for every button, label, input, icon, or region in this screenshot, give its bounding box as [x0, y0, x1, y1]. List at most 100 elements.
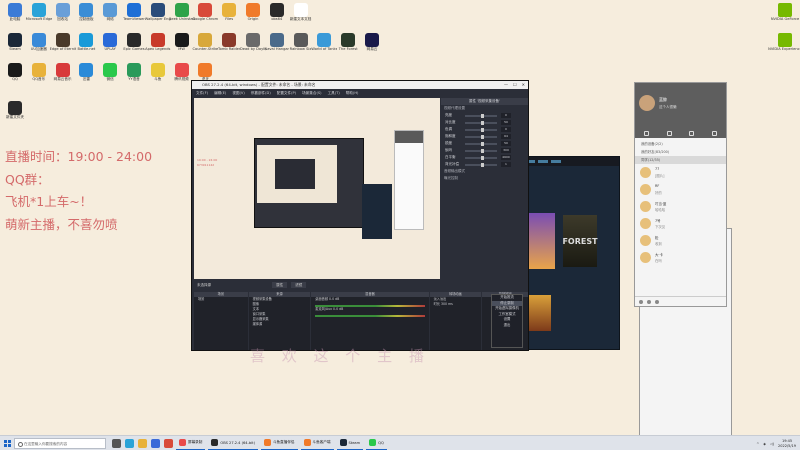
maximize-button[interactable]: ☐: [513, 81, 517, 89]
desktop-icon[interactable]: Edge of Eternity: [50, 31, 76, 61]
taskbar-search-input[interactable]: 在这里输入你要搜索的内容: [14, 437, 106, 449]
taskbar-app[interactable]: QQ: [366, 437, 387, 450]
steam-window[interactable]: FOREST: [520, 156, 620, 350]
property-value[interactable]: 0: [501, 113, 511, 118]
property-slider[interactable]: [465, 120, 497, 125]
desktop-icon[interactable]: QQ音乐: [26, 61, 52, 91]
property-value[interactable]: 50: [501, 120, 511, 125]
desktop-icon[interactable]: 新建文本文档: [288, 1, 314, 31]
volume-meter[interactable]: [315, 315, 425, 317]
desktop-icon[interactable]: Dead by Daylight: [240, 31, 266, 61]
desktop-icon[interactable]: UPLAY: [97, 31, 123, 61]
desktop-icon[interactable]: 此电脑: [2, 1, 28, 31]
desktop-icon[interactable]: MW: [169, 31, 195, 61]
taskbar-app[interactable]: 屏幕录制: [176, 437, 206, 450]
qq-contact[interactable]: 77 [图片]: [635, 164, 726, 181]
desktop-icon[interactable]: Google Chrome: [192, 1, 218, 31]
property-slider[interactable]: [465, 134, 497, 139]
desktop-icon[interactable]: Geek Uninstaller: [169, 1, 195, 31]
space-tab-icon[interactable]: [689, 130, 695, 136]
clock[interactable]: 19:45 2022/5/19: [778, 439, 796, 448]
menu-item[interactable]: 场景集合(S): [302, 89, 321, 97]
desktop-icon[interactable]: 网络: [97, 1, 123, 31]
desktop-icon[interactable]: 控制面板: [73, 1, 99, 31]
taskbar-app[interactable]: Steam: [336, 437, 364, 450]
task-view-icon[interactable]: [112, 438, 121, 448]
obs-preview[interactable]: 19:00 - 24:00 673911142: [194, 98, 440, 279]
property-value[interactable]: 50: [501, 141, 511, 146]
game-tile[interactable]: [529, 295, 551, 331]
qq-group-item[interactable]: 同学(12/35): [635, 156, 726, 164]
control-button[interactable]: 开始虚拟摄像机: [492, 306, 522, 312]
source-item[interactable]: 媒体源: [249, 322, 311, 327]
desktop-icon[interactable]: Steam: [2, 31, 28, 61]
desktop-icon[interactable]: UU加速器: [26, 31, 52, 61]
desktop-icon[interactable]: Battle.net: [73, 31, 99, 61]
desktop-icon[interactable]: Tomb Raider: [216, 31, 242, 61]
property-slider[interactable]: [465, 155, 497, 160]
property-value[interactable]: 1: [501, 162, 511, 167]
desktop-icon[interactable]: YY语音: [121, 61, 147, 91]
property-slider[interactable]: [465, 113, 497, 118]
more-tab-icon[interactable]: [712, 130, 718, 136]
network-icon[interactable]: ◈: [763, 442, 766, 446]
start-button[interactable]: [0, 436, 14, 450]
desktop-icon[interactable]: Rainbow Six: [288, 31, 314, 61]
desktop-icon[interactable]: Wallpaper Engine: [145, 1, 171, 31]
file-explorer-icon[interactable]: [138, 438, 147, 448]
desktop-icon[interactable]: 斗鱼: [145, 61, 171, 91]
taskbar-app[interactable]: 斗鱼客户端: [300, 437, 334, 450]
game-tile-forest[interactable]: FOREST: [562, 215, 598, 267]
qq-group-item[interactable]: 我的好友(83/200): [635, 148, 726, 156]
minimize-button[interactable]: —: [504, 81, 508, 89]
menu-item[interactable]: 帮助(H): [346, 89, 359, 97]
obs-window[interactable]: OBS 27.2.4 (64-bit, windows) - 配置文件: 未命名…: [191, 80, 529, 351]
taskbar-app[interactable]: 斗鱼直播伴侣: [260, 437, 298, 450]
qq-contact[interactable]: 7号 下次见: [635, 215, 726, 232]
menu-item[interactable]: 视图(V): [232, 89, 244, 97]
property-value[interactable]: 64: [501, 134, 511, 139]
property-slider[interactable]: [465, 148, 497, 153]
desktop-icon[interactable]: Naval Hangar: [264, 31, 290, 61]
tray-expand-icon[interactable]: ^: [756, 442, 759, 446]
desktop-icon[interactable]: 微信: [97, 61, 123, 91]
desktop-icon[interactable]: Apex Legends: [145, 31, 171, 61]
desktop-icon[interactable]: Counter-Strike: [192, 31, 218, 61]
filters-button[interactable]: 滤镜: [291, 282, 307, 288]
property-value[interactable]: 0: [501, 127, 511, 132]
duration-field[interactable]: 300 ms: [441, 302, 453, 306]
desktop-icon[interactable]: Epic Games: [121, 31, 147, 61]
desktop-icon[interactable]: obs64: [264, 1, 290, 31]
desktop-icon-folder[interactable]: 新建文件夹: [2, 99, 28, 129]
property-value[interactable]: 4600: [501, 155, 511, 160]
desktop-icon[interactable]: 网易云音乐: [50, 61, 76, 91]
desktop-icon[interactable]: The Forest: [335, 31, 361, 61]
qq-contact[interactable]: 大·卡 在吗: [635, 249, 726, 266]
contacts-tab-icon[interactable]: [666, 130, 672, 136]
property-slider[interactable]: [465, 162, 497, 167]
property-slider[interactable]: [465, 141, 497, 146]
menu-item[interactable]: 停靠部件(D): [251, 89, 271, 97]
desktop-icon[interactable]: NVIDIA GeForce: [771, 1, 799, 33]
menu-icon[interactable]: [639, 299, 643, 304]
desktop-icon[interactable]: World of Tanks: [311, 31, 337, 61]
desktop-icon[interactable]: TeamViewer: [121, 1, 147, 31]
search-icon[interactable]: [655, 299, 659, 304]
menu-item[interactable]: 编辑(E): [214, 89, 226, 97]
desktop-icon[interactable]: QQ: [2, 61, 28, 91]
qq-contact[interactable]: RF 好的: [635, 181, 726, 198]
qq-group-item[interactable]: 我的设备(2/2): [635, 140, 726, 148]
game-tile[interactable]: [529, 213, 555, 269]
desktop-icon[interactable]: 回收站: [50, 1, 76, 31]
desktop-icon[interactable]: 网易云: [359, 31, 385, 61]
properties-button[interactable]: 属性: [272, 282, 288, 288]
message-tab-icon[interactable]: [643, 130, 649, 136]
store-icon[interactable]: [151, 438, 160, 448]
menu-item[interactable]: 工具(T): [328, 89, 340, 97]
desktop-icon[interactable]: Origin: [240, 1, 266, 31]
property-slider[interactable]: [465, 127, 497, 132]
volume-icon[interactable]: ◁): [770, 442, 774, 446]
desktop-icon[interactable]: Microsoft Edge: [26, 1, 52, 31]
desktop-icon[interactable]: Files: [216, 1, 242, 31]
taskbar-app[interactable]: OBS 27.2.4 (64-bit): [208, 437, 258, 450]
